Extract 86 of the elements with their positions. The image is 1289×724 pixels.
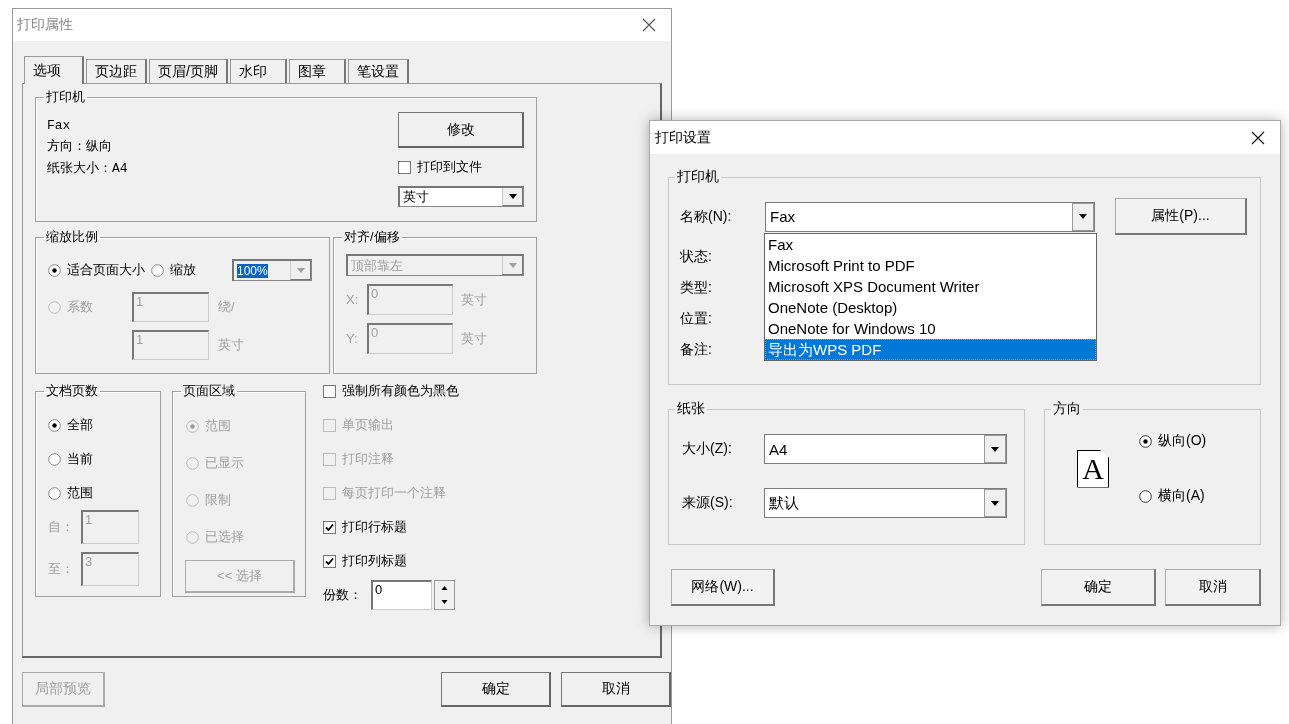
- caret-icon: [991, 446, 999, 452]
- group-title: 打印机: [676, 168, 720, 186]
- dropdown-item[interactable]: 导出为WPS PDF: [765, 339, 1096, 360]
- radio-option[interactable]: 全部: [48, 416, 160, 434]
- tab[interactable]: 选项: [24, 56, 84, 84]
- checkbox-icon[interactable]: [323, 554, 336, 568]
- checkbox-option[interactable]: 强制所有颜色为黑色: [323, 382, 459, 400]
- printer-info: 方向：纵向: [47, 138, 113, 155]
- printer-dropdown[interactable]: Fax: [765, 201, 1095, 232]
- paper-source-dropdown[interactable]: 默认: [764, 488, 1007, 518]
- modify-button[interactable]: 修改: [398, 112, 524, 148]
- group-title: 打印机: [45, 88, 86, 106]
- dialog-button[interactable]: 确定: [1041, 569, 1156, 606]
- dropdown-item[interactable]: OneNote (Desktop): [765, 297, 1096, 318]
- axis-label: X:: [346, 292, 360, 307]
- info-label: 备注:: [680, 340, 712, 359]
- checkbox-icon[interactable]: [323, 384, 336, 398]
- dialog-button[interactable]: 网络(W)...: [671, 569, 775, 606]
- radio-option[interactable]: 纵向(O): [1139, 432, 1207, 450]
- printer-info: Fax: [47, 118, 72, 133]
- unit-dropdown[interactable]: 英寸: [398, 186, 524, 207]
- zoom-dropdown[interactable]: 100%: [232, 259, 312, 281]
- radio-option[interactable]: 适合页面大小: [48, 261, 145, 279]
- radio-icon[interactable]: [48, 418, 61, 432]
- copies-label: 份数：: [323, 586, 363, 604]
- radio-icon[interactable]: [151, 263, 164, 277]
- radio-icon[interactable]: [48, 486, 61, 500]
- caret-icon: [508, 194, 517, 199]
- window-title: 打印属性: [17, 16, 73, 34]
- close-icon[interactable]: [1250, 129, 1266, 146]
- group-title: 对齐/偏移: [343, 228, 401, 246]
- radio-icon[interactable]: [48, 452, 61, 466]
- tab[interactable]: 笔设置: [347, 59, 409, 83]
- axis-label: Y:: [346, 331, 359, 346]
- checkbox-option[interactable]: 打印列标题: [323, 552, 459, 570]
- group-title: 缩放比例: [45, 228, 99, 246]
- group-title: 页面区域: [182, 382, 236, 400]
- dropdown-item[interactable]: Microsoft XPS Document Writer: [765, 276, 1096, 297]
- dialog-button[interactable]: 取消: [1165, 569, 1261, 606]
- tab[interactable]: 水印: [229, 59, 287, 83]
- dialog-button[interactable]: 取消: [561, 672, 671, 707]
- portrait-page-icon: A: [1077, 449, 1109, 488]
- checkbox-icon[interactable]: [323, 520, 336, 534]
- radio-icon[interactable]: [48, 263, 61, 277]
- checkbox-option[interactable]: 打印到文件: [398, 158, 524, 176]
- unit-label: 英寸: [461, 329, 488, 348]
- range-label: 自：: [48, 518, 75, 536]
- tab[interactable]: 图章: [288, 59, 346, 83]
- group-title: 方向: [1052, 400, 1082, 418]
- unit-label: 绕/: [218, 298, 236, 316]
- radio-option[interactable]: 当前: [48, 450, 160, 468]
- checkbox-icon[interactable]: [398, 160, 411, 174]
- group-title: 纸张: [676, 400, 706, 418]
- close-icon[interactable]: [641, 17, 657, 33]
- copies-field[interactable]: 0: [371, 580, 432, 610]
- info-label: 状态:: [680, 247, 712, 266]
- dropdown-item[interactable]: Fax: [765, 234, 1096, 255]
- paper-size-dropdown[interactable]: A4: [764, 434, 1007, 464]
- radio-icon[interactable]: [1139, 489, 1152, 503]
- dialog-button[interactable]: 确定: [441, 672, 551, 707]
- field-label: 大小(Z):: [682, 440, 733, 458]
- caret-icon: [1079, 214, 1087, 219]
- caret-icon: [508, 262, 517, 268]
- caret-icon: [991, 500, 999, 506]
- spinner-buttons[interactable]: [434, 580, 455, 610]
- properties-button[interactable]: 属性(P)...: [1115, 198, 1247, 235]
- info-label: 类型:: [680, 278, 712, 297]
- field-label: 来源(S):: [682, 494, 734, 512]
- unit-label: 英寸: [461, 290, 488, 309]
- group-title: 文档页数: [45, 382, 99, 400]
- radio-option[interactable]: 横向(A): [1139, 487, 1207, 505]
- info-label: 位置:: [680, 309, 712, 328]
- field-label: 名称(N):: [680, 207, 733, 226]
- dropdown-item[interactable]: OneNote for Windows 10: [765, 318, 1096, 339]
- printer-info: 纸张大小：A4: [47, 160, 128, 177]
- window-title: 打印设置: [655, 128, 711, 147]
- tab[interactable]: 页边距: [86, 59, 147, 83]
- unit-label: 英寸: [218, 336, 245, 354]
- caret-icon: [296, 267, 305, 273]
- radio-icon[interactable]: [1139, 434, 1152, 448]
- radio-option[interactable]: 范围: [48, 484, 160, 502]
- radio-option[interactable]: 缩放: [151, 261, 196, 279]
- range-label: 至：: [48, 560, 75, 578]
- tab[interactable]: 页眉/页脚: [149, 59, 228, 83]
- dropdown-item[interactable]: Microsoft Print to PDF: [765, 255, 1096, 276]
- checkbox-option[interactable]: 打印行标题: [323, 518, 459, 536]
